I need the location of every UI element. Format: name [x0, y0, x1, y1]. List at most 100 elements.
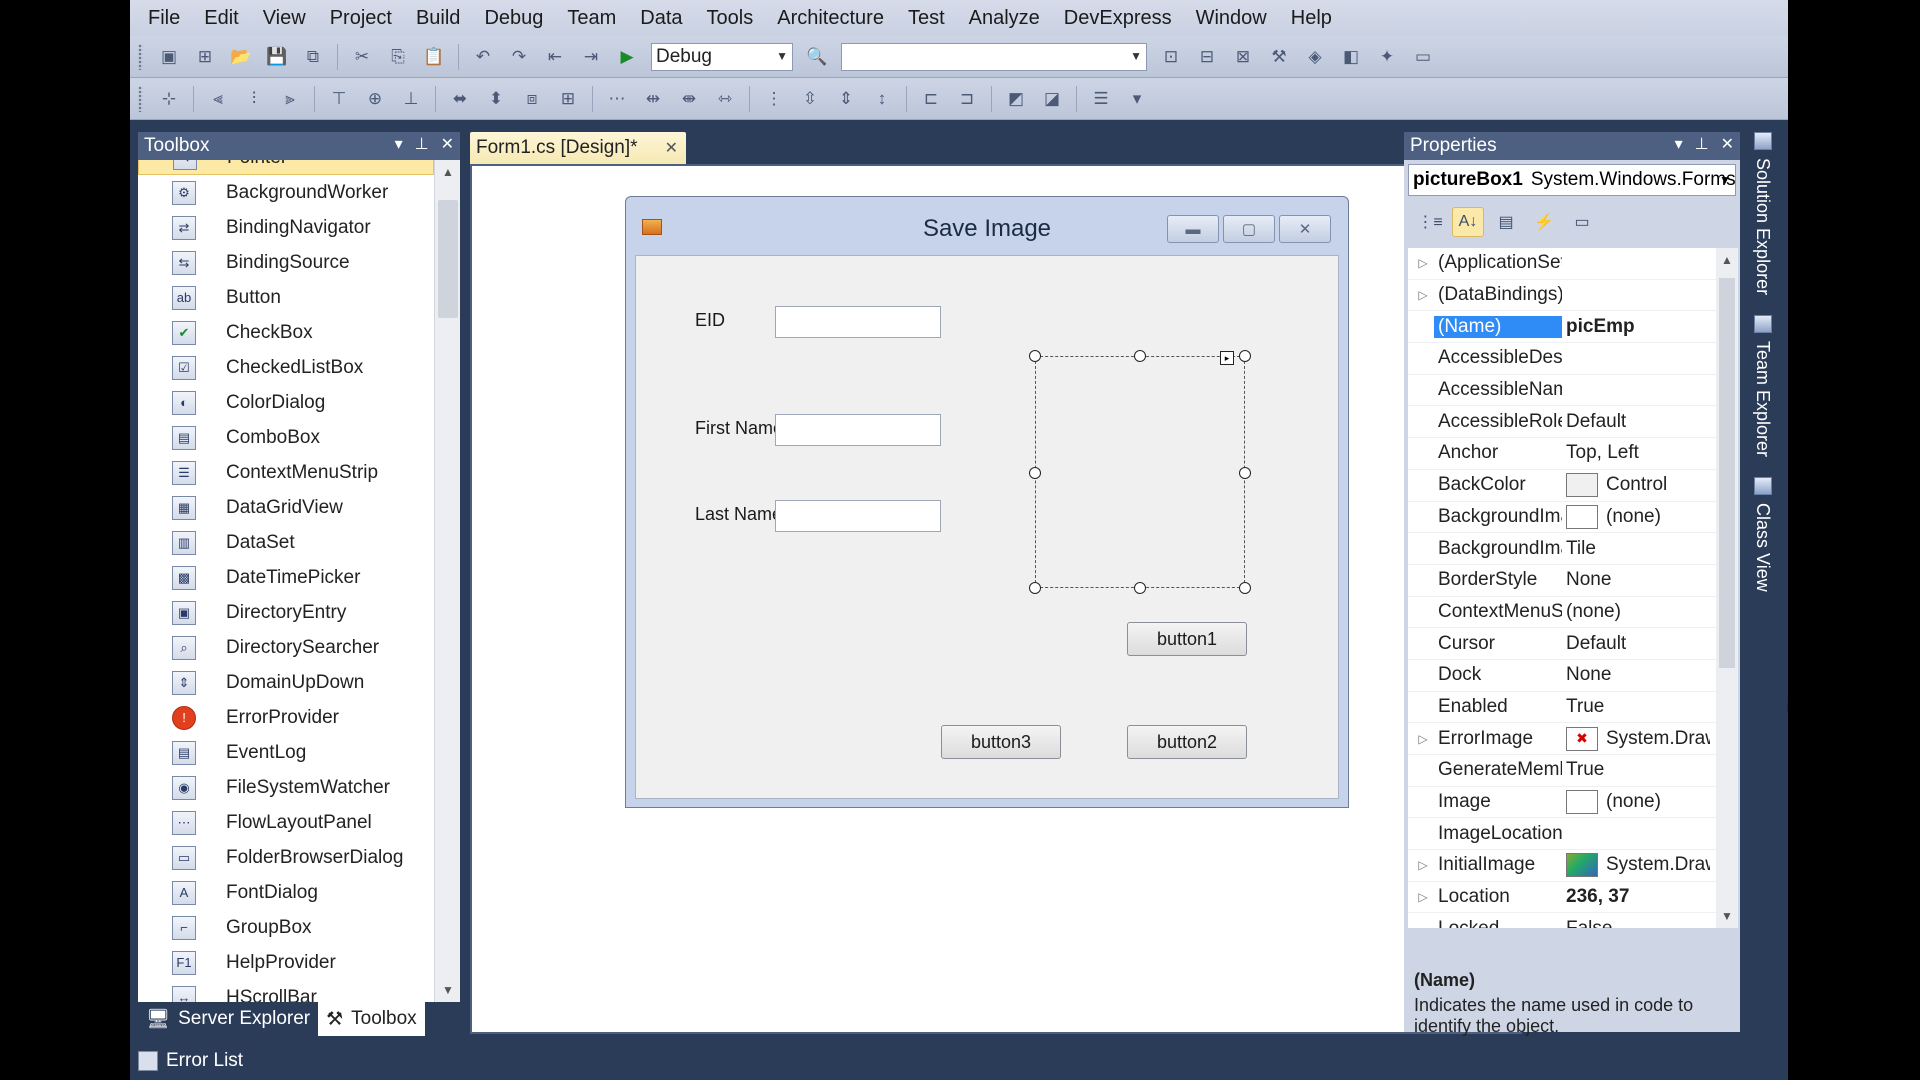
scroll-down-icon[interactable]: ▼ [1716, 904, 1738, 928]
close-icon[interactable]: ✕ [665, 138, 678, 158]
button1[interactable]: button1 [1127, 622, 1247, 656]
first-name-textbox[interactable] [775, 414, 941, 446]
expand-icon[interactable]: ▷ [1408, 288, 1438, 302]
toolbox-item-flowlayoutpanel[interactable]: ⋯ FlowLayoutPanel [138, 805, 434, 840]
property-row[interactable]: Locked False [1408, 913, 1738, 928]
copy-icon[interactable]: ⎘ [384, 43, 412, 71]
align-middles-icon[interactable]: ⊕ [361, 85, 389, 113]
expand-icon[interactable]: ▷ [1408, 256, 1438, 270]
horizontal-spacing-decrease-icon[interactable]: ⇼ [675, 85, 703, 113]
resize-handle[interactable] [1239, 467, 1251, 479]
menu-data[interactable]: Data [628, 0, 694, 36]
tab-toolbox[interactable]: ⚒ Toolbox [318, 1002, 425, 1036]
align-centers-icon[interactable]: ⫶ [240, 85, 268, 113]
toolbox-item-button[interactable]: ab Button [138, 280, 434, 315]
menu-devexpress[interactable]: DevExpress [1052, 0, 1184, 36]
make-same-width-icon[interactable]: ⬌ [446, 85, 474, 113]
property-row[interactable]: Image (none) [1408, 787, 1738, 819]
property-value[interactable]: False [1566, 918, 1710, 928]
eid-textbox[interactable] [775, 306, 941, 338]
tab-error-list[interactable]: Error List [138, 1046, 243, 1076]
menu-help[interactable]: Help [1279, 0, 1344, 36]
expand-icon[interactable]: ▷ [1408, 732, 1438, 746]
start-debugging-icon[interactable]: ▶ [613, 43, 641, 71]
toolbox-item-checkedlistbox[interactable]: ☑ CheckedListBox [138, 350, 434, 385]
horizontal-spacing-remove-icon[interactable]: ⇿ [711, 85, 739, 113]
resize-handle[interactable] [1029, 467, 1041, 479]
vertical-spacing-equal-icon[interactable]: ⋮ [760, 85, 788, 113]
open-file-icon[interactable]: 📂 [227, 43, 255, 71]
horizontal-spacing-equal-icon[interactable]: ⋯ [603, 85, 631, 113]
toolbox-item-bindingnavigator[interactable]: ⇄ BindingNavigator [138, 210, 434, 245]
property-row[interactable]: AccessibleRole Default [1408, 406, 1738, 439]
navigate-forward-icon[interactable]: ⇥ [577, 43, 605, 71]
property-row[interactable]: ContextMenuStrip(none) [1408, 597, 1738, 629]
size-to-grid-icon[interactable]: ⊞ [554, 85, 582, 113]
toolbox-icon[interactable]: ⚒ [1265, 43, 1293, 71]
scroll-up-icon[interactable]: ▲ [435, 160, 461, 184]
toolbox-item-hscrollbar[interactable]: ↔ HScrollBar [138, 980, 434, 1002]
align-lefts-icon[interactable]: ⫷ [204, 85, 232, 113]
button3[interactable]: button3 [941, 725, 1061, 759]
undo-icon[interactable]: ↶ [469, 43, 497, 71]
save-all-icon[interactable]: ⧉ [299, 43, 327, 71]
resize-handle[interactable] [1029, 582, 1041, 594]
resize-handle[interactable] [1134, 350, 1146, 362]
property-value[interactable]: ✖ System.Drawing.Bitmap [1566, 726, 1710, 751]
property-row[interactable]: BorderStyle None [1408, 565, 1738, 597]
menu-project[interactable]: Project [318, 0, 404, 36]
find-combo[interactable]: ▼ [841, 42, 1147, 71]
menu-build[interactable]: Build [404, 0, 472, 36]
align-to-grid-icon[interactable]: ⊹ [155, 85, 183, 113]
navigate-backward-icon[interactable]: ⇤ [541, 43, 569, 71]
toolbox-item-fontdialog[interactable]: A FontDialog [138, 875, 434, 910]
toolbox-item-eventlog[interactable]: ▤ EventLog [138, 735, 434, 770]
toolbox-item-folderbrowserdialog[interactable]: ▭ FolderBrowserDialog [138, 840, 434, 875]
property-value[interactable]: 236, 37 [1566, 886, 1710, 908]
class-view-icon[interactable]: ◈ [1301, 43, 1329, 71]
smart-tag-icon[interactable]: ▸ [1220, 351, 1234, 365]
cut-icon[interactable]: ✂ [348, 43, 376, 71]
property-row-name[interactable]: (Name) picEmp [1408, 311, 1738, 344]
make-same-height-icon[interactable]: ⬍ [482, 85, 510, 113]
window-position-icon[interactable]: ▾ [1675, 134, 1683, 154]
property-value[interactable]: Top, Left [1566, 442, 1710, 464]
tab-team-explorer[interactable]: Team Explorer [1752, 315, 1773, 457]
tab-order-icon[interactable]: ☰ [1087, 85, 1115, 113]
maximize-icon[interactable]: ▢ [1223, 215, 1275, 243]
toolbox-item-datetimepicker[interactable]: ▩ DateTimePicker [138, 560, 434, 595]
menu-window[interactable]: Window [1184, 0, 1279, 36]
close-icon[interactable]: ✕ [1721, 134, 1734, 154]
property-value[interactable]: True [1566, 696, 1710, 718]
label-eid[interactable]: EID [695, 310, 725, 331]
menu-debug[interactable]: Debug [472, 0, 555, 36]
send-to-back-icon[interactable]: ◪ [1038, 85, 1066, 113]
vertical-spacing-remove-icon[interactable]: ↕ [868, 85, 896, 113]
toolbox-item-domainupdown[interactable]: ⇕ DomainUpDown [138, 665, 434, 700]
center-horizontally-icon[interactable]: ⊏ [917, 85, 945, 113]
property-row[interactable]: ▷ (DataBindings) [1408, 280, 1738, 312]
property-row[interactable]: BackgroundImage (none) [1408, 502, 1738, 534]
tab-server-explorer[interactable]: 🖥 Server Explorer [138, 1002, 318, 1036]
menu-view[interactable]: View [251, 0, 318, 36]
toolbox-item-errorprovider[interactable]: ! ErrorProvider [138, 700, 434, 735]
toolbar-grip[interactable] [138, 85, 143, 112]
horizontal-spacing-increase-icon[interactable]: ⇹ [639, 85, 667, 113]
align-bottoms-icon[interactable]: ⊥ [397, 85, 425, 113]
property-value[interactable]: (none) [1566, 504, 1710, 529]
align-tops-icon[interactable]: ⊤ [325, 85, 353, 113]
property-row[interactable]: AccessibleDescription [1408, 343, 1738, 375]
solution-explorer-icon[interactable]: ⊡ [1157, 43, 1185, 71]
resize-handle[interactable] [1029, 350, 1041, 362]
toolbox-item-directorysearcher[interactable]: ⌕ DirectorySearcher [138, 630, 434, 665]
object-selector[interactable]: pictureBox1 System.Windows.Forms.Picture… [1408, 164, 1736, 196]
form-title-bar[interactable]: Save Image ▬ ▢ ✕ [626, 197, 1348, 255]
object-browser-icon[interactable]: ⊠ [1229, 43, 1257, 71]
expand-icon[interactable]: ▷ [1408, 890, 1438, 904]
auto-hide-pin-icon[interactable]: ⊥ [1695, 134, 1709, 154]
toolbar-grip[interactable] [138, 43, 143, 70]
redo-icon[interactable]: ↷ [505, 43, 533, 71]
tab-class-view[interactable]: Class View [1752, 477, 1773, 592]
tab-form1-design[interactable]: Form1.cs [Design]* ✕ [470, 132, 686, 164]
picturebox-selected[interactable]: ▸ [1029, 350, 1251, 594]
